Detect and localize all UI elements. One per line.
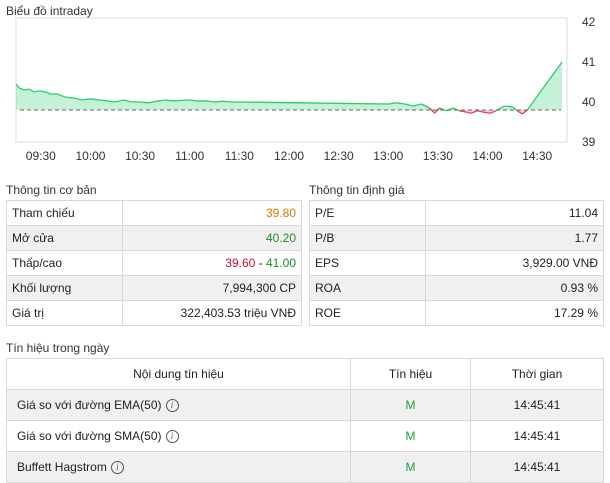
signal-row: Buffett Hagstrom i M 14:45:41 bbox=[7, 452, 604, 483]
signal-row: Giá so với đường SMA(50) i M 14:45:41 bbox=[7, 421, 604, 452]
low-high-price: 39.60 - 41.00 bbox=[123, 251, 302, 276]
valuation-label: P/E bbox=[310, 201, 426, 226]
basic-info-title: Thông tin cơ bản bbox=[6, 183, 97, 197]
info-icon[interactable]: i bbox=[166, 430, 179, 443]
y-axis-ticks: 39 40 41 42 bbox=[582, 15, 596, 149]
x-tick-label: 11:00 bbox=[175, 149, 204, 163]
valuation-label: ROA bbox=[310, 276, 426, 301]
header-time: Thời gian bbox=[471, 359, 604, 390]
signal-name: Buffett Hagstrom bbox=[17, 460, 107, 474]
signal-row: Giá so với đường EMA(50) i M 14:45:41 bbox=[7, 390, 604, 421]
x-tick-label: 10:00 bbox=[75, 149, 105, 163]
valuation-label: ROE bbox=[310, 301, 426, 326]
low-price: 39.60 bbox=[225, 256, 255, 270]
valuation-row: ROA 0.93 % bbox=[310, 276, 604, 301]
x-tick-label: 10:30 bbox=[125, 149, 155, 163]
valuation-row: ROE 17.29 % bbox=[310, 301, 604, 326]
x-tick-label: 09:30 bbox=[26, 149, 56, 163]
valuation-row: EPS 3,929.00 VNĐ bbox=[310, 251, 604, 276]
x-tick-label: 13:30 bbox=[423, 149, 453, 163]
basic-info-row: Tham chiếu 39.80 bbox=[7, 201, 302, 226]
valuation-table: P/E 11.04 P/B 1.77 EPS 3,929.00 VNĐ ROA … bbox=[309, 200, 604, 326]
x-tick-label: 13:00 bbox=[373, 149, 403, 163]
x-tick-label: 12:30 bbox=[324, 149, 354, 163]
price-line-segment bbox=[24, 89, 29, 90]
price-line-segment bbox=[66, 97, 74, 98]
signal-name: Giá so với đường EMA(50) bbox=[17, 398, 162, 412]
low-high-separator: - bbox=[255, 256, 266, 270]
x-tick-label: 14:00 bbox=[473, 149, 503, 163]
basic-info-label: Giá trị bbox=[7, 301, 123, 326]
eps-value: 3,929.00 VNĐ bbox=[426, 251, 604, 276]
valuation-label: EPS bbox=[310, 251, 426, 276]
volume-value: 7,994,300 CP bbox=[123, 276, 302, 301]
price-line-segment bbox=[484, 112, 491, 113]
valuation-row: P/E 11.04 bbox=[310, 201, 604, 226]
signal-value: M bbox=[351, 390, 471, 421]
signals-header-row: Nội dung tín hiệu Tín hiệu Thời gian bbox=[7, 359, 604, 390]
x-tick-label: 14:30 bbox=[522, 149, 552, 163]
open-price: 40.20 bbox=[123, 226, 302, 251]
price-line-segment bbox=[223, 101, 231, 102]
chart-plot-border bbox=[16, 18, 567, 142]
roe-value: 17.29 % bbox=[426, 301, 604, 326]
signal-value: M bbox=[351, 452, 471, 483]
valuation-title: Thông tin định giá bbox=[309, 183, 404, 197]
signal-value: M bbox=[351, 421, 471, 452]
info-icon[interactable]: i bbox=[166, 399, 179, 412]
price-line-segment bbox=[504, 106, 512, 107]
basic-info-table: Tham chiếu 39.80 Mở cửa 40.20 Thấp/cao 3… bbox=[6, 200, 302, 326]
roa-value: 0.93 % bbox=[426, 276, 604, 301]
header-signal: Tín hiệu bbox=[351, 359, 471, 390]
valuation-row: P/B 1.77 bbox=[310, 226, 604, 251]
price-line-segment bbox=[165, 100, 173, 101]
intraday-chart: 39 40 41 42 09:30 10:00 10:30 11:00 11:30 12:00 1… bbox=[0, 0, 610, 170]
signal-time: 14:45:41 bbox=[471, 390, 604, 421]
reference-price: 39.80 bbox=[123, 201, 302, 226]
trade-value: 322,403.53 triệu VNĐ bbox=[123, 301, 302, 326]
basic-info-row: Giá trị 322,403.53 triệu VNĐ bbox=[7, 301, 302, 326]
basic-info-label: Mở cửa bbox=[7, 226, 123, 251]
signal-time: 14:45:41 bbox=[471, 452, 604, 483]
x-tick-label: 11:30 bbox=[225, 149, 254, 163]
signals-table: Nội dung tín hiệu Tín hiệu Thời gian Giá… bbox=[6, 358, 604, 483]
info-icon[interactable]: i bbox=[111, 461, 124, 474]
basic-info-row: Mở cửa 40.20 bbox=[7, 226, 302, 251]
basic-info-label: Khối lượng bbox=[7, 276, 123, 301]
signal-name-cell: Buffett Hagstrom i bbox=[7, 452, 351, 483]
high-price: 41.00 bbox=[266, 256, 296, 270]
basic-info-row: Thấp/cao 39.60 - 41.00 bbox=[7, 251, 302, 276]
pb-value: 1.77 bbox=[426, 226, 604, 251]
signal-name-cell: Giá so với đường EMA(50) i bbox=[7, 390, 351, 421]
x-axis-ticks: 09:30 10:00 10:30 11:00 11:30 12:00 12:30 13:00… bbox=[26, 149, 553, 163]
price-line-segment bbox=[215, 101, 223, 102]
price-line-segment bbox=[140, 102, 148, 103]
basic-info-row: Khối lượng 7,994,300 CP bbox=[7, 276, 302, 301]
x-tick-label: 12:00 bbox=[274, 149, 304, 163]
y-tick-label: 42 bbox=[582, 15, 596, 29]
valuation-label: P/B bbox=[310, 226, 426, 251]
y-tick-label: 39 bbox=[582, 135, 596, 149]
basic-info-label: Thấp/cao bbox=[7, 251, 123, 276]
price-line-segment bbox=[99, 100, 107, 101]
header-signal-content: Nội dung tín hiệu bbox=[7, 359, 351, 390]
signals-title: Tín hiệu trong ngày bbox=[6, 341, 109, 355]
y-tick-label: 41 bbox=[582, 55, 596, 69]
signal-time: 14:45:41 bbox=[471, 421, 604, 452]
basic-info-label: Tham chiếu bbox=[7, 201, 123, 226]
signal-name: Giá so với đường SMA(50) bbox=[17, 429, 162, 443]
pe-value: 11.04 bbox=[426, 201, 604, 226]
signal-name-cell: Giá so với đường SMA(50) i bbox=[7, 421, 351, 452]
y-tick-label: 40 bbox=[582, 95, 596, 109]
